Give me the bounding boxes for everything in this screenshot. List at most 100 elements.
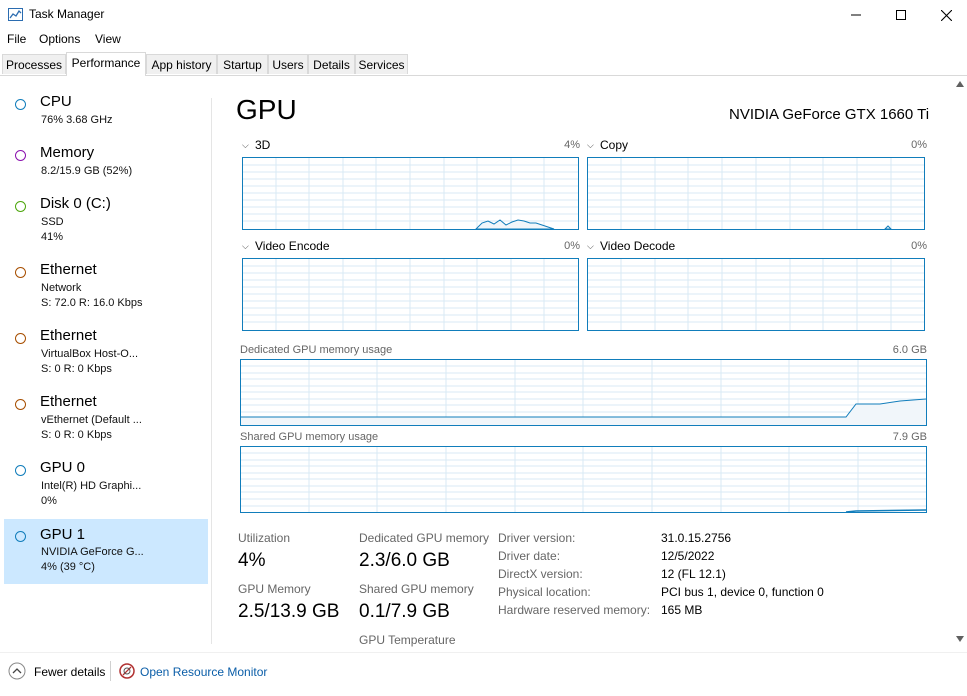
ethernet-indicator-icon [15,267,26,278]
dedicated-gpu-memory-value: 2.3/6.0 GB [359,550,450,571]
sidebar-item-detail: Intel(R) HD Graphi... [41,480,142,492]
dedicated-memory-graph [240,359,927,426]
cpu-indicator-icon [15,99,26,110]
open-resource-monitor-link[interactable]: Open Resource Monitor [140,665,267,679]
sidebar-item-cpu[interactable]: CPU 76% 3.68 GHz [4,90,208,138]
gpu-indicator-icon [15,465,26,476]
engine-video-encode-graph [242,258,579,331]
sidebar-item-title: Ethernet [40,261,97,278]
sidebar-item-detail: S: 0 R: 0 Kbps [41,429,112,441]
sidebar-item-gpu-1[interactable]: GPU 1 NVIDIA GeForce G... 4% (39 °C) [4,519,208,584]
sidebar-item-detail: 41% [41,231,64,243]
maximize-icon [896,10,906,20]
fewer-details-button[interactable] [8,662,26,680]
sidebar-item-detail: S: 72.0 R: 16.0 Kbps [41,297,143,309]
tab-users[interactable]: Users [268,54,308,74]
shared-gpu-memory-value: 0.1/7.9 GB [359,601,450,622]
sidebar-item-ethernet-1[interactable]: Ethernet Network S: 72.0 R: 16.0 Kbps [4,258,208,320]
chevron-down-icon[interactable]: ⌵ [587,140,594,151]
hardware-reserved-memory-label: Hardware reserved memory: [498,603,651,617]
utilization-label: Utilization [238,531,291,545]
window-title: Task Manager [29,7,105,21]
sidebar-item-detail: VirtualBox Host-O... [41,348,138,360]
engine-video-encode-label[interactable]: Video Encode [255,239,330,253]
gpu-memory-label: GPU Memory [238,582,311,596]
tab-startup[interactable]: Startup [217,54,268,74]
close-button[interactable] [923,0,967,30]
gpu-model-name: NVIDIA GeForce GTX 1660 Ti [729,106,930,123]
driver-date-label: Driver date: [498,549,561,563]
tab-details[interactable]: Details [308,54,355,74]
gpu-temperature-label: GPU Temperature [359,633,456,647]
sidebar-item-detail: vEthernet (Default ... [41,414,142,426]
sidebar-item-memory[interactable]: Memory 8.2/15.9 GB (52%) [4,141,208,189]
sidebar-item-ethernet-2[interactable]: Ethernet VirtualBox Host-O... S: 0 R: 0 … [4,324,208,386]
sidebar-item-title: GPU 1 [40,526,86,543]
sidebar-item-detail: 8.2/15.9 GB (52%) [41,165,133,177]
tab-processes[interactable]: Processes [2,54,66,74]
dedicated-memory-max: 6.0 GB [892,344,927,356]
fewer-details-label[interactable]: Fewer details [34,665,105,679]
footer-separator [110,661,111,681]
chevron-down-icon[interactable]: ⌵ [242,241,249,252]
sidebar-item-title: Memory [40,144,95,161]
resource-monitor-icon[interactable] [119,663,135,679]
footer-divider [0,652,967,653]
physical-location-label: Physical location: [498,585,591,599]
shared-memory-label: Shared GPU memory usage [240,431,379,443]
menu-options[interactable]: Options [39,32,80,46]
chevron-up-circle-icon [8,662,26,680]
ethernet-indicator-icon [15,333,26,344]
tab-services[interactable]: Services [355,54,408,74]
engine-3d-graph [242,157,579,230]
tab-app-history[interactable]: App history [146,54,217,74]
menu-view[interactable]: View [95,32,121,46]
sidebar-item-ethernet-3[interactable]: Ethernet vEthernet (Default ... S: 0 R: … [4,390,208,452]
maximize-button[interactable] [878,0,924,30]
sidebar-item-detail: 4% (39 °C) [41,561,95,573]
tab-performance[interactable]: Performance [66,52,146,76]
scroll-up-icon[interactable] [955,80,965,88]
engine-video-decode-label[interactable]: Video Decode [600,239,675,253]
minimize-icon [851,14,861,16]
sidebar-item-detail: 0% [41,495,57,507]
vertical-scrollbar[interactable] [953,76,967,650]
disk-indicator-icon [15,201,26,212]
page-title: GPU [236,94,297,125]
task-manager-app-icon [8,8,23,21]
sidebar-item-gpu-0[interactable]: GPU 0 Intel(R) HD Graphi... 0% [4,456,208,518]
sidebar-item-disk[interactable]: Disk 0 (C:) SSD 41% [4,192,208,254]
engine-3d-label[interactable]: 3D [255,138,270,152]
shared-memory-max: 7.9 GB [892,431,927,443]
memory-indicator-icon [15,150,26,161]
physical-location-value: PCI bus 1, device 0, function 0 [661,585,824,599]
chevron-down-icon[interactable]: ⌵ [242,140,249,151]
driver-version-label: Driver version: [498,531,576,545]
ethernet-indicator-icon [15,399,26,410]
shared-memory-graph [240,446,927,513]
scroll-down-icon[interactable] [955,635,965,643]
engine-copy-graph [587,157,925,230]
dedicated-memory-label: Dedicated GPU memory usage [240,344,393,356]
sidebar-item-detail: SSD [41,216,64,228]
sidebar-item-detail: Network [41,282,82,294]
minimize-button[interactable] [833,0,879,30]
sidebar-item-detail: NVIDIA GeForce G... [41,546,144,558]
engine-copy-percent: 0% [911,139,927,151]
engine-copy-label[interactable]: Copy [600,138,628,152]
sidebar-item-title: GPU 0 [40,459,86,476]
driver-version-value: 31.0.15.2756 [661,531,732,545]
sidebar-item-detail: 76% 3.68 GHz [41,114,113,126]
chevron-down-icon[interactable]: ⌵ [587,241,594,252]
engine-video-decode-graph [587,258,925,331]
engine-video-decode-percent: 0% [911,240,927,252]
engine-video-encode-percent: 0% [564,240,580,252]
menu-file[interactable]: File [7,32,26,46]
sidebar-item-title: Ethernet [40,393,97,410]
panel-divider [211,98,212,644]
hardware-reserved-memory-value: 165 MB [661,603,703,617]
sidebar-item-title: Disk 0 (C:) [40,195,111,212]
title-bar[interactable]: Task Manager [0,0,967,30]
directx-version-value: 12 (FL 12.1) [661,567,726,581]
sidebar-item-title: CPU [40,93,72,110]
